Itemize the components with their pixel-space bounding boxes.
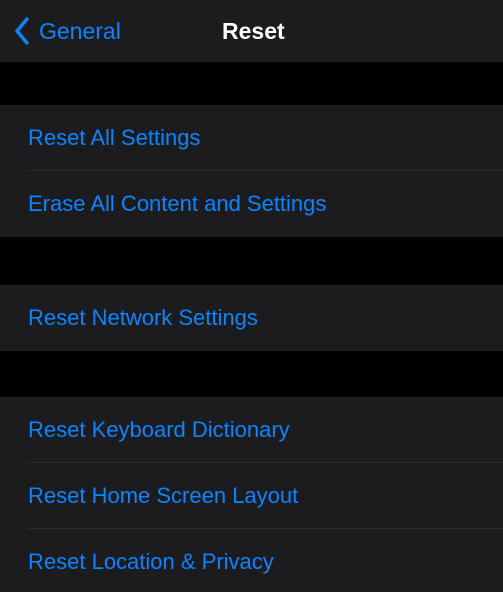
- reset-home-screen-layout-row[interactable]: Reset Home Screen Layout: [0, 463, 503, 529]
- reset-network-settings-row[interactable]: Reset Network Settings: [0, 285, 503, 351]
- reset-group-other: Reset Keyboard Dictionary Reset Home Scr…: [0, 397, 503, 592]
- erase-all-content-label: Erase All Content and Settings: [28, 191, 327, 216]
- back-button-general[interactable]: General: [14, 14, 121, 48]
- reset-network-settings-label: Reset Network Settings: [28, 305, 258, 330]
- reset-location-privacy-row[interactable]: Reset Location & Privacy: [0, 529, 503, 592]
- reset-keyboard-dictionary-row[interactable]: Reset Keyboard Dictionary: [0, 397, 503, 463]
- erase-all-content-row[interactable]: Erase All Content and Settings: [0, 171, 503, 237]
- reset-settings-screen: General Reset Reset All Settings Erase A…: [0, 0, 503, 592]
- reset-location-privacy-label: Reset Location & Privacy: [28, 549, 274, 574]
- reset-all-settings-label: Reset All Settings: [28, 125, 201, 150]
- reset-keyboard-dictionary-label: Reset Keyboard Dictionary: [28, 417, 290, 442]
- chevron-left-icon: [14, 14, 36, 48]
- reset-group-network: Reset Network Settings: [0, 285, 503, 351]
- page-title: Reset: [222, 18, 285, 44]
- navigation-bar: General Reset: [0, 0, 503, 62]
- reset-all-settings-row[interactable]: Reset All Settings: [0, 105, 503, 171]
- reset-home-screen-layout-label: Reset Home Screen Layout: [28, 483, 299, 508]
- back-button-label: General: [39, 18, 121, 44]
- reset-group-general: Reset All Settings Erase All Content and…: [0, 105, 503, 237]
